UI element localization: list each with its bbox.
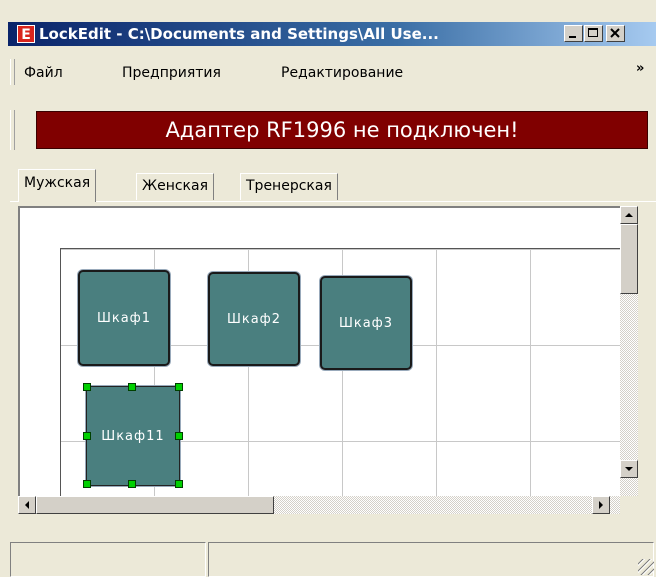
title-bar[interactable]: E LockEdit - C:\Documents and Settings\A…: [8, 22, 656, 46]
menu-file[interactable]: Файл: [24, 65, 63, 81]
status-panel-2: [208, 542, 654, 577]
locker-1[interactable]: Шкаф1: [78, 270, 170, 366]
tab-trainer[interactable]: Тренерская: [240, 173, 338, 200]
toolbar-grip[interactable]: [10, 110, 15, 150]
maximize-icon: [588, 28, 598, 37]
scroll-up-button[interactable]: [620, 206, 638, 224]
arrow-down-icon: [625, 467, 633, 471]
scrollbar-corner: [620, 496, 638, 514]
horizontal-scrollbar[interactable]: [18, 496, 620, 514]
vertical-scroll-thumb[interactable]: [620, 224, 638, 294]
locker-layout-canvas[interactable]: Шкаф1 Шкаф2 Шкаф3 Шкаф11: [18, 206, 620, 496]
tab-panel-edge: [10, 201, 656, 202]
resize-handle-se[interactable]: [175, 480, 183, 488]
window-title: LockEdit - C:\Documents and Settings\All…: [39, 25, 439, 43]
minimize-icon: [569, 36, 576, 38]
size-grip-icon[interactable]: [638, 559, 654, 575]
scroll-right-button[interactable]: [592, 496, 610, 514]
status-panel-1: [10, 542, 206, 577]
resize-handle-ne[interactable]: [175, 383, 183, 391]
tab-male[interactable]: Мужская: [18, 169, 97, 202]
maximize-button[interactable]: [584, 25, 603, 42]
arrow-up-icon: [625, 213, 633, 217]
resize-handle-nw[interactable]: [83, 383, 91, 391]
resize-handle-w[interactable]: [83, 432, 91, 440]
menu-overflow-chevron-icon[interactable]: »: [636, 61, 644, 76]
scroll-left-button[interactable]: [18, 496, 36, 514]
adapter-status-banner: Адаптер RF1996 не подключен!: [36, 111, 648, 149]
menu-bar: Файл Предприятия Редактирование »: [8, 55, 656, 91]
menu-grip[interactable]: [10, 59, 15, 85]
vertical-scrollbar[interactable]: [620, 206, 638, 496]
resize-handle-n[interactable]: [128, 383, 136, 391]
resize-handle-e[interactable]: [175, 432, 183, 440]
locker-2[interactable]: Шкаф2: [208, 272, 300, 366]
horizontal-scroll-thumb[interactable]: [36, 496, 274, 514]
minimize-button[interactable]: [564, 25, 583, 42]
close-icon: [610, 28, 620, 38]
menu-edit[interactable]: Редактирование: [281, 65, 403, 81]
resize-handle-s[interactable]: [128, 480, 136, 488]
menu-enterprises[interactable]: Предприятия: [122, 65, 221, 81]
app-icon: E: [17, 25, 35, 43]
arrow-left-icon: [25, 501, 29, 509]
tab-female[interactable]: Женская: [136, 173, 215, 200]
status-bar: [8, 538, 656, 577]
close-button[interactable]: [606, 25, 625, 42]
arrow-right-icon: [599, 501, 603, 509]
scroll-down-button[interactable]: [620, 460, 638, 478]
locker-3[interactable]: Шкаф3: [320, 276, 412, 370]
resize-handle-sw[interactable]: [83, 480, 91, 488]
locker-11[interactable]: Шкаф11: [86, 386, 180, 486]
